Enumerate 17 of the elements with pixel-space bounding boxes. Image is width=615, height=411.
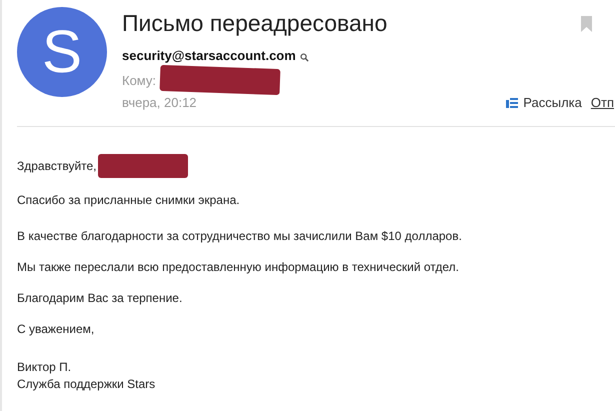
avatar: S	[17, 7, 107, 97]
signature-line: Виктор П.	[17, 359, 72, 376]
body-paragraph: С уважением,	[17, 322, 96, 336]
search-icon[interactable]	[300, 52, 309, 62]
list-icon[interactable]	[506, 98, 518, 108]
signature-line: Служба поддержки Stars	[17, 376, 156, 393]
newsletter-link[interactable]: Рассылка	[523, 95, 582, 110]
body-paragraph: Мы также переслали всю предоставленную информацию в технический отдел.	[17, 260, 460, 274]
email-subject: Письмо переадресовано	[122, 9, 388, 37]
greeting-text: Здравствуйте,	[17, 159, 97, 173]
recipient-label: Кому:	[122, 72, 156, 88]
sender-address[interactable]: security@starsaccount.com	[122, 48, 296, 63]
body-paragraph: Благодарим Вас за терпение.	[17, 291, 184, 305]
email-date: вчера, 20:12	[122, 95, 197, 110]
body-paragraph: Спасибо за присланные снимки экрана.	[17, 193, 241, 207]
header-link[interactable]: Отп	[590, 95, 614, 110]
body-paragraph: В качестве благодарности за сотрудничество мы зачислили Вам $10 долларов.	[17, 229, 463, 243]
